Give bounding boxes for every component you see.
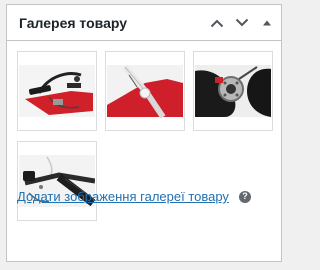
add-gallery-images-link[interactable]: Додати зображення галереї товару	[17, 189, 229, 204]
bicycle-handlebar-image	[19, 53, 95, 129]
bicycle-frame-image	[107, 53, 183, 129]
move-down-button[interactable]	[229, 5, 254, 41]
toggle-panel-button[interactable]	[254, 5, 279, 41]
metabox-title: Галерея товару	[19, 14, 128, 31]
gallery-image[interactable]	[105, 51, 185, 131]
caret-up-icon	[262, 20, 271, 25]
help-icon[interactable]: ?	[238, 190, 251, 203]
gallery-image[interactable]	[193, 51, 273, 131]
handle-actions	[204, 5, 279, 41]
metabox-header: Галерея товару	[7, 5, 281, 41]
move-up-button[interactable]	[204, 5, 229, 41]
chevron-up-icon	[210, 19, 223, 27]
product-gallery-metabox: Галерея товару Додати зображення галереї…	[6, 4, 282, 262]
add-images-row: Додати зображення галереї товару ?	[17, 189, 251, 204]
bicycle-handlebar-grip-image	[19, 143, 95, 219]
gallery-image[interactable]	[17, 51, 97, 131]
gallery-image[interactable]	[17, 141, 97, 221]
chevron-down-icon	[235, 18, 248, 26]
bicycle-brake-disc-image	[195, 53, 271, 129]
